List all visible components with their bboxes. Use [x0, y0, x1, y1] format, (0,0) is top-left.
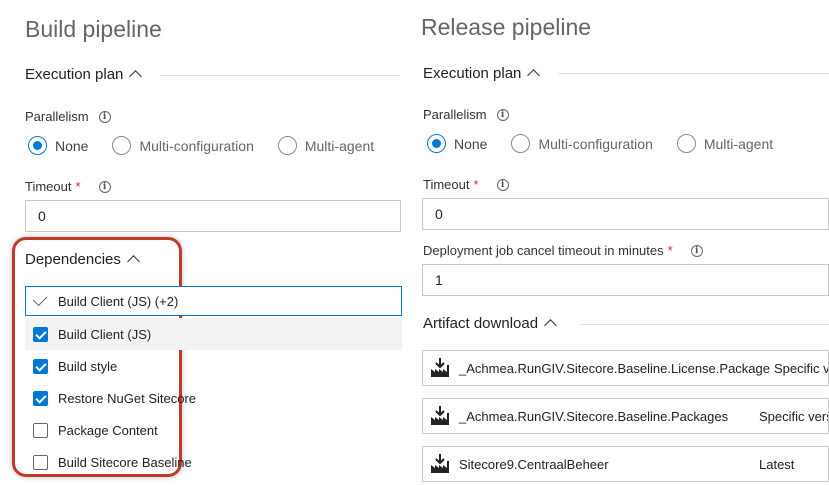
dependencies-label: Dependencies	[25, 251, 121, 268]
dependency-item[interactable]: Build style	[33, 350, 117, 382]
cancel-timeout-value: 1	[435, 272, 443, 288]
dependency-item[interactable]: Restore NuGet Sitecore	[33, 382, 196, 414]
parallelism-label-text: Parallelism	[423, 107, 487, 122]
build-parallelism-label: Parallelism i	[25, 109, 111, 124]
timeout-label-text: Timeout	[25, 179, 72, 194]
chevron-up-icon[interactable]	[527, 69, 541, 82]
artifact-name: _Achmea.RunGIV.Sitecore.Baseline.Package…	[459, 408, 729, 424]
radio-none[interactable]: None	[427, 134, 487, 153]
cancel-timeout-label-text: Deployment job cancel timeout in minutes	[423, 243, 664, 258]
build-timeout-label: Timeout * i	[25, 179, 111, 194]
chevron-up-icon[interactable]	[127, 255, 140, 268]
execution-plan-label: Execution plan	[423, 65, 522, 82]
dependency-item[interactable]: Build Client (JS)	[33, 318, 151, 350]
checkbox[interactable]	[33, 422, 48, 438]
dependencies-dropdown[interactable]: Build Client (JS) (+2)	[25, 286, 402, 316]
radio-multi-configuration[interactable]: Multi-configuration	[511, 134, 653, 153]
checkbox[interactable]	[33, 454, 48, 470]
release-timeout-input[interactable]: 0	[422, 198, 829, 230]
artifact-row[interactable]: _Achmea.RunGIV.Sitecore.Baseline.Package…	[422, 398, 829, 434]
release-pipeline-title: Release pipeline	[421, 14, 592, 40]
radio-button[interactable]	[511, 134, 531, 153]
release-timeout-label: Timeout * i	[423, 177, 509, 192]
build-pipeline-title: Build pipeline	[25, 16, 162, 42]
radio-multi-agent[interactable]: Multi-agent	[277, 136, 375, 155]
artifact-row[interactable]: Sitecore9.CentraalBeheer Latest	[422, 446, 829, 482]
checkbox[interactable]	[33, 390, 48, 406]
info-icon[interactable]: i	[496, 108, 509, 121]
parallelism-label-text: Parallelism	[25, 109, 89, 124]
artifact-row[interactable]: _Achmea.RunGIV.Sitecore.Baseline.License…	[422, 350, 829, 386]
required-marker: *	[667, 243, 673, 258]
build-parallelism-radio-group: None Multi-configuration Multi-agent	[28, 136, 398, 155]
info-icon[interactable]: i	[98, 180, 111, 193]
checkbox[interactable]	[33, 326, 48, 342]
build-dependencies-header[interactable]: Dependencies	[25, 251, 140, 268]
chevron-up-icon[interactable]	[544, 319, 557, 332]
dependency-item-label: Build style	[58, 358, 118, 374]
radio-button[interactable]	[28, 136, 47, 155]
artifact-download-label: Artifact download	[423, 315, 539, 332]
radio-button[interactable]	[427, 134, 446, 153]
radio-label: Multi-agent	[703, 135, 774, 152]
artifact-version: Specific v	[773, 360, 829, 376]
info-icon[interactable]: i	[690, 244, 703, 257]
artifact-name: Sitecore9.CentraalBeheer	[459, 456, 609, 472]
dependency-item-label: Package Content	[58, 422, 158, 438]
dependency-item-label: Build Client (JS)	[58, 326, 152, 342]
release-execution-plan-header[interactable]: Execution plan	[423, 65, 541, 82]
dependency-item[interactable]: Build Sitecore Baseline	[33, 446, 192, 478]
radio-button[interactable]	[277, 136, 297, 155]
radio-multi-configuration[interactable]: Multi-configuration	[112, 136, 254, 155]
radio-label: Multi-agent	[304, 137, 375, 154]
cancel-timeout-input[interactable]: 1	[422, 264, 829, 296]
build-artifact-icon	[431, 406, 449, 425]
divider	[580, 324, 829, 325]
chevron-up-icon[interactable]	[129, 70, 143, 83]
checkmark-icon	[32, 291, 48, 307]
radio-none[interactable]: None	[28, 136, 88, 155]
radio-label: Multi-configuration	[139, 137, 254, 154]
timeout-value: 0	[435, 206, 443, 222]
radio-label: None	[55, 137, 89, 154]
artifact-version: Latest	[759, 456, 795, 472]
radio-label: None	[454, 135, 488, 152]
timeout-value: 0	[38, 208, 46, 224]
dependency-item-label: Build Sitecore Baseline	[58, 454, 192, 470]
release-parallelism-label: Parallelism i	[423, 107, 509, 122]
dependencies-selected-text: Build Client (JS) (+2)	[58, 293, 179, 309]
divider	[160, 75, 400, 76]
info-icon[interactable]: i	[496, 178, 509, 191]
artifact-name: _Achmea.RunGIV.Sitecore.Baseline.License…	[459, 360, 770, 376]
radio-multi-agent[interactable]: Multi-agent	[676, 134, 774, 153]
cancel-timeout-label: Deployment job cancel timeout in minutes…	[423, 243, 703, 258]
info-icon[interactable]: i	[98, 110, 111, 123]
dependency-item-label: Restore NuGet Sitecore	[58, 390, 197, 406]
dependency-item[interactable]: Package Content	[33, 414, 158, 446]
release-parallelism-radio-group: None Multi-configuration Multi-agent	[427, 134, 797, 153]
divider	[558, 73, 829, 74]
required-marker: *	[473, 177, 479, 192]
build-timeout-input[interactable]: 0	[25, 200, 401, 232]
timeout-label-text: Timeout	[423, 177, 470, 192]
execution-plan-label: Execution plan	[25, 66, 124, 83]
build-execution-plan-header[interactable]: Execution plan	[25, 66, 143, 83]
artifact-download-header[interactable]: Artifact download	[423, 315, 557, 332]
radio-button[interactable]	[676, 134, 696, 153]
checkbox[interactable]	[33, 358, 48, 374]
required-marker: *	[75, 179, 81, 194]
build-artifact-icon	[431, 358, 449, 377]
build-artifact-icon	[431, 454, 449, 473]
artifact-version: Specific vers	[759, 408, 829, 424]
radio-label: Multi-configuration	[538, 135, 653, 152]
radio-button[interactable]	[112, 136, 132, 155]
